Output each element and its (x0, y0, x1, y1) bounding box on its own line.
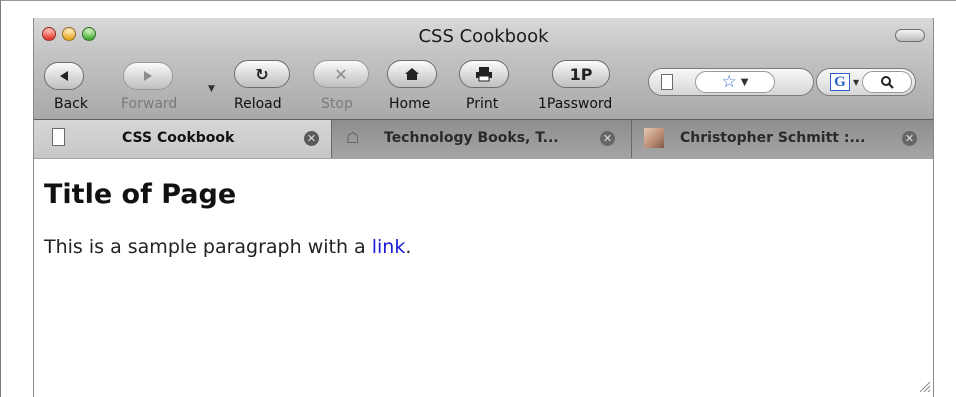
home-label: Home (389, 96, 431, 112)
stop-button[interactable]: ✕ (313, 60, 369, 88)
reload-label: Reload (234, 96, 282, 112)
photo-favicon (644, 128, 664, 148)
sample-paragraph: This is a sample paragraph with a link. (44, 236, 411, 258)
onepassword-button-label: 1P (569, 64, 593, 84)
onepassword-button[interactable]: 1P (552, 60, 610, 88)
tab-title: Christopher Schmitt :... (680, 130, 866, 146)
print-button[interactable] (459, 60, 509, 88)
search-input[interactable] (862, 71, 912, 93)
browser-window: CSS Cookbook ▼ ↻ ✕ 1P Back Forward Reloa… (33, 18, 934, 397)
tab-christopher-schmitt[interactable]: Christopher Schmitt :... ✕ (632, 120, 933, 158)
search-bar[interactable]: G ▼ (816, 68, 916, 96)
window-title: CSS Cookbook (418, 26, 549, 47)
close-tab-icon[interactable]: ✕ (600, 131, 615, 146)
bookmark-field[interactable]: ☆ ▼ (695, 71, 775, 93)
forward-button[interactable] (123, 62, 173, 90)
page-document-icon (661, 74, 673, 90)
titlebar-toolbar: CSS Cookbook ▼ ↻ ✕ 1P Back Forward Reloa… (34, 18, 933, 119)
tab-title: Technology Books, T... (384, 130, 559, 146)
home-button[interactable] (387, 60, 437, 88)
paragraph-text: This is a sample paragraph with a (44, 236, 372, 258)
google-icon[interactable]: G (830, 73, 850, 91)
page-content: Title of Page This is a sample paragraph… (34, 159, 933, 397)
resize-grip-icon[interactable] (917, 379, 931, 393)
forward-arrow-icon (144, 71, 152, 81)
chevron-down-icon: ▼ (740, 76, 749, 88)
stop-icon: ✕ (334, 64, 348, 84)
history-dropdown-arrow[interactable]: ▼ (208, 84, 215, 94)
tab-title: CSS Cookbook (122, 130, 235, 146)
forward-label: Forward (121, 96, 178, 112)
back-button[interactable] (44, 62, 84, 90)
search-engine-chevron-icon[interactable]: ▼ (853, 78, 859, 87)
sample-link[interactable]: link (372, 236, 406, 258)
tab-technology-books[interactable]: ☖ Technology Books, T... ✕ (332, 120, 632, 158)
stop-label: Stop (321, 96, 353, 112)
back-arrow-icon (60, 71, 68, 81)
onepassword-label: 1Password (538, 96, 613, 112)
close-tab-icon[interactable]: ✕ (304, 131, 319, 146)
document-icon (52, 128, 65, 146)
address-bar[interactable]: ☆ ▼ (648, 68, 814, 96)
toolbar-toggle-button[interactable] (895, 29, 925, 42)
reload-button[interactable]: ↻ (234, 60, 290, 88)
reload-icon: ↻ (255, 64, 269, 84)
print-label: Print (466, 96, 499, 112)
print-icon (476, 67, 492, 82)
magnifier-icon (881, 76, 894, 89)
close-tab-icon[interactable]: ✕ (902, 131, 917, 146)
back-label: Back (54, 96, 88, 112)
tab-bar: CSS Cookbook ✕ ☖ Technology Books, T... … (34, 119, 933, 159)
paragraph-end: . (405, 236, 412, 258)
home-icon (405, 68, 419, 80)
tab-css-cookbook[interactable]: CSS Cookbook ✕ (34, 120, 332, 158)
page-heading: Title of Page (44, 179, 237, 210)
bookmark-star-icon: ☆ (721, 72, 737, 92)
gamepad-icon: ☖ (346, 129, 360, 147)
